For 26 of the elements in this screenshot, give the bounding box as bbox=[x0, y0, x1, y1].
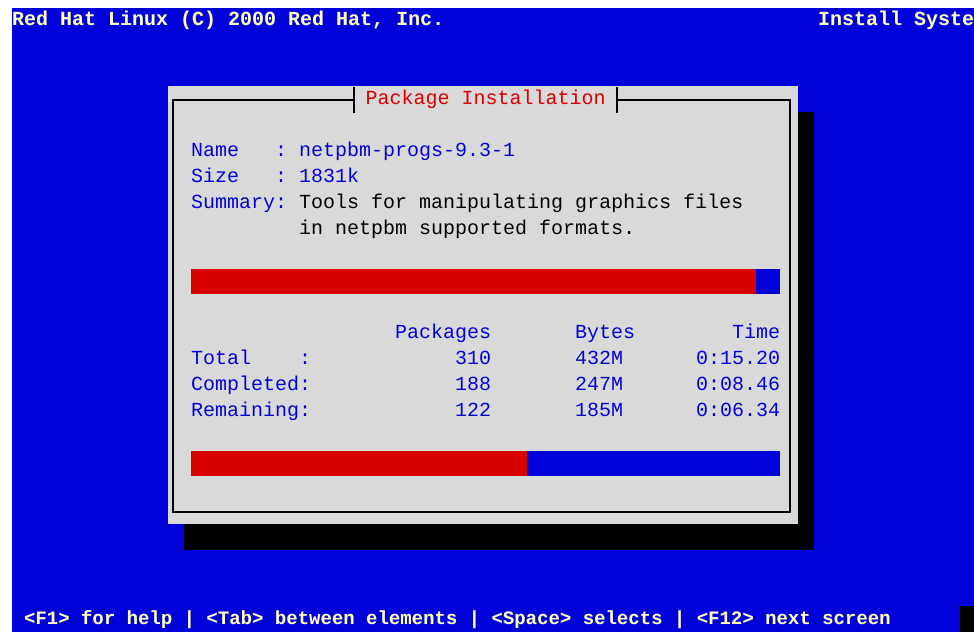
row-label: Remaining: bbox=[191, 399, 311, 425]
table-cell-text: 188 bbox=[454, 373, 491, 399]
system-label: Install Syste bbox=[818, 8, 974, 34]
table-cell-text: 247M bbox=[575, 373, 624, 399]
field-label: Size : bbox=[191, 165, 288, 191]
row-label: Total : bbox=[191, 347, 311, 373]
help-line: <F1> for help | <Tab> between elements | <Space> selects | <F12> next screen bbox=[24, 607, 891, 632]
table-cell-text: 310 bbox=[454, 347, 491, 373]
table-cell-text: 122 bbox=[454, 399, 491, 425]
table-cell-text: 0:15.20 bbox=[694, 347, 780, 373]
table-cell-text: 185M bbox=[575, 399, 624, 425]
cursor-block bbox=[960, 606, 974, 632]
field-value: netpbm-progs-9.3-1 bbox=[299, 139, 516, 165]
column-header: Bytes bbox=[575, 321, 636, 347]
row-label: Completed: bbox=[191, 373, 311, 399]
column-header: Packages bbox=[394, 321, 491, 347]
screen-title: Red Hat Linux (C) 2000 Red Hat, Inc. bbox=[12, 8, 444, 34]
table-cell-text: 432M bbox=[575, 347, 624, 373]
table-cell-text: 0:08.46 bbox=[694, 373, 780, 399]
field-label: Name : bbox=[191, 139, 288, 165]
field-label: Summary: bbox=[191, 191, 288, 217]
field-value: Tools for manipulating graphics files in netpbm supported formats. bbox=[299, 191, 744, 243]
column-header: Time bbox=[730, 321, 780, 347]
dialog-title: Package Installation bbox=[353, 87, 618, 113]
table-cell-text: 0:06.34 bbox=[694, 399, 780, 425]
field-value: 1831k bbox=[299, 165, 360, 191]
